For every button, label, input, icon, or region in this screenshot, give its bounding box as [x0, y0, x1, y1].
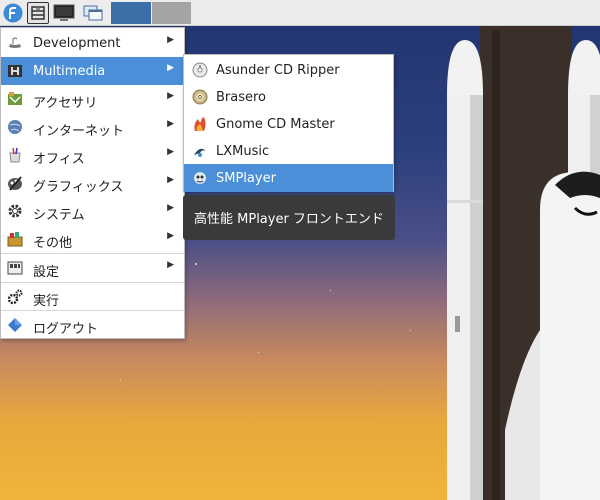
menu-item-label: ログアウト	[33, 322, 99, 337]
other-icon	[7, 232, 23, 247]
submenu-item-label: Brasero	[216, 90, 267, 105]
submenu-item-gnome-cd-master[interactable]: Gnome CD Master	[184, 110, 393, 138]
submenu-item-label: Asunder CD Ripper	[216, 63, 340, 78]
submenu-item-label: SMPlayer	[216, 171, 276, 186]
submenu-item-label: LXMusic	[216, 144, 270, 159]
submenu-item-lxmusic[interactable]: LXMusic	[184, 137, 393, 165]
run-icon	[7, 289, 23, 305]
graphics-icon	[8, 176, 22, 191]
menu-item-label: インターネット	[33, 124, 125, 139]
internet-icon	[8, 120, 22, 134]
cd-ripper-icon	[192, 62, 208, 78]
menu-item-multimedia[interactable]: Multimedia ▶	[1, 57, 184, 85]
menu-item-label: オフィス	[33, 152, 85, 167]
submenu-item-brasero[interactable]: Brasero	[184, 83, 393, 111]
menu-item-office[interactable]: オフィス ▶	[1, 141, 184, 169]
menu-item-label: Multimedia	[33, 64, 106, 79]
settings-icon	[7, 261, 23, 275]
application-menu: Development ▶ Multimedia ▶ アクセサリ ▶ インターネ…	[0, 27, 185, 339]
taskbar-window-button-active[interactable]	[111, 2, 151, 24]
office-icon	[9, 147, 21, 163]
submenu-arrow-icon: ▶	[167, 147, 174, 157]
submenu-arrow-icon: ▶	[167, 231, 174, 241]
taskbar	[0, 0, 600, 26]
submenu-arrow-icon: ▶	[167, 260, 174, 270]
submenu-arrow-icon: ▶	[167, 35, 174, 45]
menu-item-label: Development	[33, 36, 121, 51]
development-icon	[9, 37, 21, 48]
terminal-button[interactable]	[52, 2, 76, 24]
menu-item-label: システム	[33, 208, 85, 223]
tooltip-text: 高性能 MPlayer フロントエンド	[194, 212, 384, 227]
menu-item-label: その他	[33, 236, 73, 251]
accessories-icon	[8, 92, 22, 105]
menu-item-accessories[interactable]: アクセサリ ▶	[1, 85, 184, 113]
gnome-cd-master-icon	[194, 117, 206, 131]
menu-item-label: アクセサリ	[33, 96, 98, 111]
menu-item-label: グラフィックス	[33, 180, 124, 195]
file-manager-button[interactable]	[27, 2, 49, 24]
menu-item-internet[interactable]: インターネット ▶	[1, 113, 184, 141]
logout-icon	[8, 318, 22, 332]
submenu-arrow-icon: ▶	[167, 175, 174, 185]
fedora-logo-icon	[3, 3, 23, 23]
menu-item-system[interactable]: システム ▶	[1, 197, 184, 225]
menu-item-run[interactable]: 実行	[1, 283, 184, 311]
submenu-arrow-icon: ▶	[167, 203, 174, 213]
multimedia-icon	[8, 65, 22, 77]
terminal-icon	[53, 4, 75, 21]
smplayer-icon	[194, 172, 206, 184]
menu-item-settings[interactable]: 設定 ▶	[1, 254, 184, 282]
menu-item-logout[interactable]: ログアウト	[1, 311, 184, 339]
system-gear-icon	[8, 204, 22, 218]
multimedia-submenu: Asunder CD Ripper Brasero Gnome CD Maste…	[183, 54, 394, 192]
submenu-arrow-icon: ▶	[167, 119, 174, 129]
file-manager-icon	[31, 6, 45, 20]
menu-item-label: 設定	[33, 265, 60, 280]
submenu-arrow-icon: ▶	[167, 63, 174, 73]
lxmusic-icon	[194, 148, 206, 157]
menu-item-graphics[interactable]: グラフィックス ▶	[1, 169, 184, 197]
menu-item-label: 実行	[33, 294, 60, 309]
menu-item-development[interactable]: Development ▶	[1, 29, 184, 57]
start-menu-button[interactable]	[2, 2, 24, 24]
window-switcher-button[interactable]	[81, 2, 105, 24]
submenu-item-asunder-cd-ripper[interactable]: Asunder CD Ripper	[184, 56, 393, 84]
submenu-item-label: Gnome CD Master	[216, 117, 335, 132]
taskbar-window-button[interactable]	[152, 2, 191, 24]
window-switcher-icon	[83, 5, 103, 21]
brasero-disc-icon	[192, 89, 208, 105]
submenu-item-smplayer[interactable]: SMPlayer	[184, 164, 393, 192]
menu-item-other[interactable]: その他 ▶	[1, 225, 184, 253]
submenu-arrow-icon: ▶	[167, 91, 174, 101]
tooltip: 高性能 MPlayer フロントエンド	[183, 195, 395, 240]
